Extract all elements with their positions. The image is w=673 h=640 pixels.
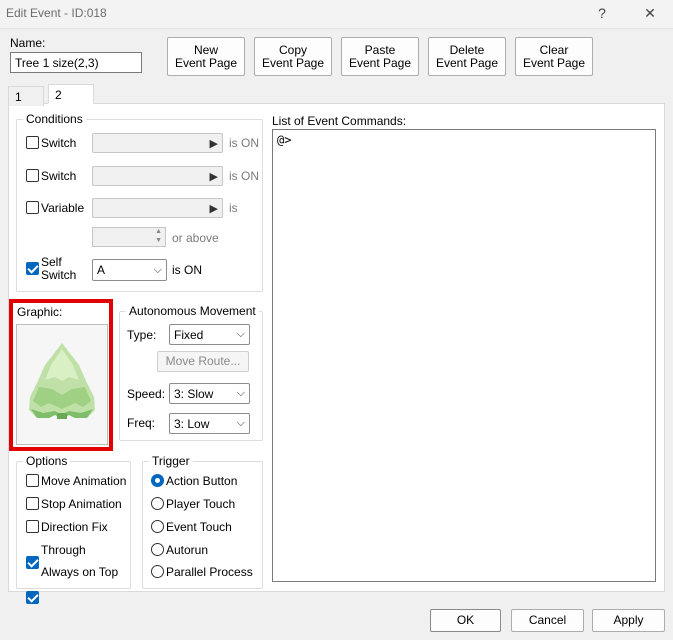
event-touch-label: Event Touch (166, 520, 232, 534)
direction-fix-checkbox[interactable] (26, 520, 39, 533)
tab-label: 1 (15, 90, 22, 104)
switch1-checkbox[interactable] (26, 136, 39, 149)
chevron-down-icon: ⌵ (236, 328, 245, 340)
cancel-button[interactable]: Cancel (511, 609, 584, 632)
command-line[interactable]: @> (273, 130, 655, 150)
freq-value: 3: Low (174, 416, 210, 431)
tab-page-2[interactable]: 2 (48, 84, 94, 104)
autorun-label: Autorun (166, 543, 209, 557)
event-commands-list[interactable]: @> (272, 129, 656, 582)
chevron-down-icon: ⌵ (236, 417, 245, 429)
variable-suffix: is (229, 201, 238, 215)
name-label: Name: (10, 36, 46, 50)
autorun-radio[interactable] (151, 543, 164, 556)
delete-event-page-button[interactable]: Delete Event Page (428, 37, 506, 76)
switch2-suffix: is ON (229, 169, 259, 183)
self-switch-select[interactable]: A ⌵ (92, 259, 167, 281)
conditions-title: Conditions (23, 112, 86, 126)
arrow-right-icon: ▶ (209, 137, 218, 150)
action-button-radio[interactable] (151, 474, 164, 487)
graphic-preview[interactable] (16, 324, 108, 445)
event-touch-radio[interactable] (151, 520, 164, 533)
close-button[interactable]: ✕ (632, 2, 668, 24)
self-switch-checkbox[interactable] (26, 262, 39, 275)
arrow-right-icon: ▶ (209, 202, 218, 215)
graphic-label: Graphic: (17, 305, 63, 319)
speed-select[interactable]: 3: Slow ⌵ (169, 383, 250, 404)
variable-checkbox[interactable] (26, 201, 39, 214)
ok-button[interactable]: OK (430, 609, 501, 632)
self-switch-suffix: is ON (172, 263, 202, 277)
type-label: Type: (127, 328, 157, 342)
move-route-button[interactable]: Move Route... (157, 351, 249, 372)
event-commands-title: List of Event Commands: (272, 114, 407, 128)
options-title: Options (23, 454, 71, 468)
self-switch-label-line2: Switch (41, 268, 77, 282)
direction-fix-label: Direction Fix (41, 520, 108, 534)
self-switch-label-line1: Self (41, 255, 62, 269)
arrow-right-icon: ▶ (209, 170, 218, 183)
switch1-suffix: is ON (229, 136, 259, 150)
new-event-page-button[interactable]: New Event Page (167, 37, 245, 76)
stop-animation-checkbox[interactable] (26, 497, 39, 510)
move-animation-checkbox[interactable] (26, 474, 39, 487)
autonomous-movement-title: Autonomous Movement (126, 304, 259, 318)
switch1-select[interactable]: ▶ (92, 133, 223, 153)
or-above-label: or above (172, 231, 219, 245)
movement-type-select[interactable]: Fixed ⌵ (169, 324, 250, 345)
move-animation-label: Move Animation (41, 474, 127, 488)
spin-down-icon: ▼ (155, 237, 162, 244)
self-switch-label: Self Switch (41, 256, 76, 282)
variable-select[interactable]: ▶ (92, 198, 223, 218)
stop-animation-label: Stop Animation (41, 497, 122, 511)
chevron-down-icon: ⌵ (153, 263, 162, 276)
switch1-label: Switch (41, 136, 77, 150)
clear-event-page-button[interactable]: Clear Event Page (515, 37, 593, 76)
variable-value-spinner[interactable]: ▲ ▼ (92, 227, 166, 247)
always-on-top-label: Always on Top (41, 565, 119, 579)
speed-value: 3: Slow (174, 386, 214, 401)
movement-type-value: Fixed (174, 327, 204, 342)
title-bar: Edit Event - ID:018 ? ✕ (0, 0, 673, 28)
freq-select[interactable]: 3: Low ⌵ (169, 413, 250, 434)
parallel-process-radio[interactable] (151, 565, 164, 578)
self-switch-value: A (97, 263, 106, 277)
through-checkbox[interactable] (26, 556, 39, 569)
through-label: Through (41, 543, 86, 557)
switch2-select[interactable]: ▶ (92, 166, 223, 186)
parallel-process-label: Parallel Process (166, 565, 253, 579)
tab-page-1[interactable]: 1 (8, 86, 44, 106)
trigger-title: Trigger (149, 454, 193, 468)
always-on-top-checkbox[interactable] (26, 591, 39, 604)
copy-event-page-button[interactable]: Copy Event Page (254, 37, 332, 76)
action-button-label: Action Button (166, 474, 238, 488)
speed-label: Speed: (127, 387, 166, 401)
spin-up-icon: ▲ (155, 228, 162, 235)
apply-button[interactable]: Apply (592, 609, 665, 632)
paste-event-page-button[interactable]: Paste Event Page (341, 37, 419, 76)
name-input[interactable]: Tree 1 size(2,3) (10, 52, 142, 73)
window-title: Edit Event - ID:018 (6, 6, 107, 20)
chevron-down-icon: ⌵ (236, 387, 245, 399)
player-touch-radio[interactable] (151, 497, 164, 510)
switch2-checkbox[interactable] (26, 169, 39, 182)
help-button[interactable]: ? (584, 2, 620, 24)
player-touch-label: Player Touch (166, 497, 236, 511)
help-icon: ? (598, 5, 606, 21)
tab-label: 2 (55, 88, 62, 102)
variable-label: Variable (41, 201, 85, 215)
tree-sprite (29, 343, 95, 419)
freq-label: Freq: (127, 416, 156, 430)
switch2-label: Switch (41, 169, 77, 183)
close-icon: ✕ (644, 4, 656, 21)
